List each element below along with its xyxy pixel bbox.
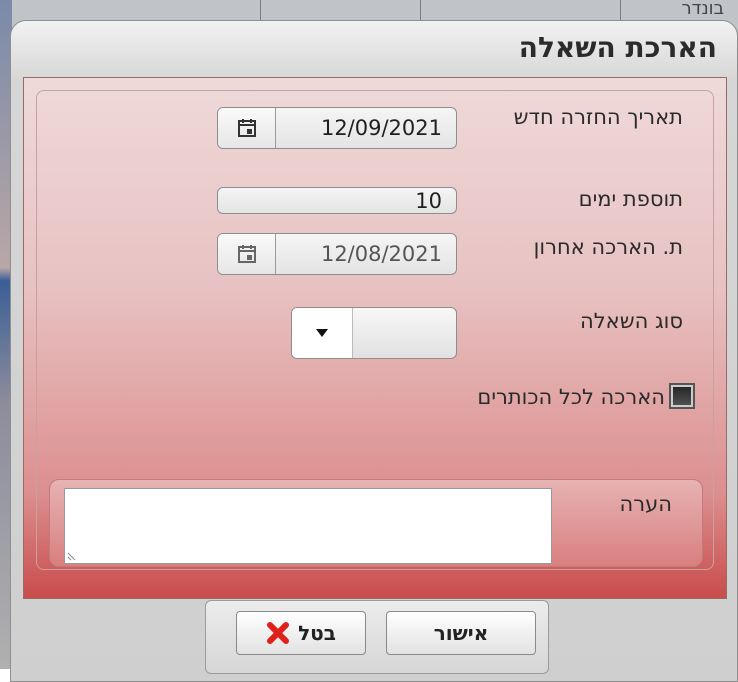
calendar-button-disabled [218,234,276,274]
note-label: הערה [619,492,672,516]
additional-days-value: 10 [415,189,442,213]
background-text: בונדר [681,0,724,19]
extend-all-titles-label: הארכה לכל הכותרים [477,385,665,409]
calendar-icon [237,119,256,137]
cancel-button[interactable]: בטל [236,611,366,655]
last-extension-date-field: 12/08/2021 [217,233,457,275]
additional-days-input[interactable]: 10 [217,187,457,214]
resize-handle-icon[interactable] [67,549,79,561]
loan-type-label: סוג השאלה [580,309,683,333]
note-panel: הערה [49,479,703,567]
extend-loan-dialog: הארכת השאלה תאריך החזרה חדש 12/09/2021 ת… [10,20,738,682]
confirm-label: אישור [433,621,489,645]
new-return-date-field[interactable]: 12/09/2021 [217,107,457,149]
caret-down-icon [316,329,328,337]
additional-days-label: תוספת ימים [578,187,683,211]
loan-type-select[interactable] [291,307,457,359]
new-return-date-label: תאריך החזרה חדש [513,105,683,129]
dialog-content: תאריך החזרה חדש 12/09/2021 תוספת ימים 10 [23,77,727,599]
extend-all-titles-checkbox[interactable] [669,383,695,409]
calendar-icon [237,245,256,263]
last-extension-date-label: ת. הארכה אחרון [533,235,683,259]
close-x-icon [267,622,290,644]
confirm-button[interactable]: אישור [386,611,536,655]
form-panel: תאריך החזרה חדש 12/09/2021 תוספת ימים 10 [36,90,714,570]
dialog-buttons: אישור בטל [205,600,549,674]
calendar-button[interactable] [218,108,276,148]
new-return-date-value: 12/09/2021 [320,116,442,140]
note-textarea[interactable] [64,488,552,564]
last-extension-date-value: 12/08/2021 [320,242,442,266]
cancel-label: בטל [298,621,336,645]
dropdown-arrow[interactable] [292,308,353,358]
dialog-title: הארכת השאלה [518,31,717,64]
